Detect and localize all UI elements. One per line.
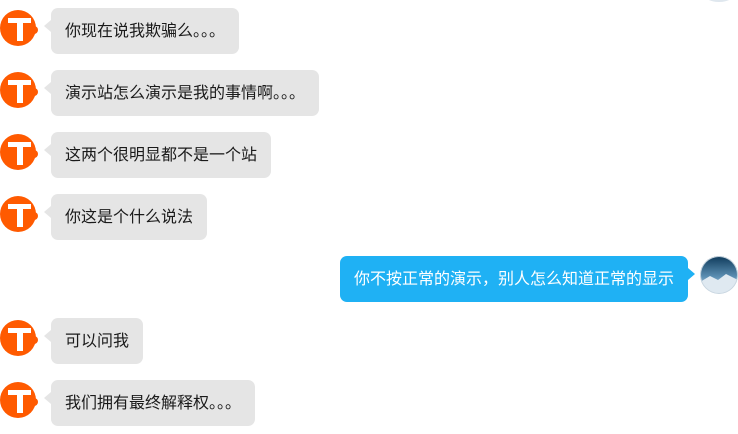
- message-row: 演示站怎么演示是我的事情啊。。。: [0, 70, 738, 118]
- message-row: 这两个很明显都不是一个站: [0, 132, 738, 180]
- message-row: 我们拥有最终解释权。。。: [0, 380, 738, 428]
- brand-logo-icon: [0, 10, 38, 46]
- incoming-message-bubble[interactable]: 你现在说我欺骗么。。。: [43, 8, 240, 54]
- message-row: 可以问我: [0, 318, 738, 366]
- message-row: 你现在说我欺骗么。。。: [0, 8, 738, 56]
- incoming-message-bubble[interactable]: 演示站怎么演示是我的事情啊。。。: [43, 70, 320, 116]
- outgoing-message-bubble[interactable]: 你不按正常的演示，别人怎么知道正常的显示: [339, 256, 696, 302]
- brand-logo-icon: [0, 72, 38, 108]
- brand-logo-icon: [0, 320, 38, 356]
- partial-avatar: [702, 0, 736, 2]
- brand-logo-icon: [0, 134, 38, 170]
- incoming-message-bubble[interactable]: 可以问我: [43, 318, 144, 364]
- brand-logo-icon: [0, 196, 38, 232]
- user-avatar[interactable]: [700, 256, 738, 294]
- incoming-message-bubble[interactable]: 我们拥有最终解释权。。。: [43, 380, 256, 426]
- incoming-message-bubble[interactable]: 这两个很明显都不是一个站: [43, 132, 272, 178]
- brand-logo-icon: [0, 382, 38, 418]
- message-row: 你不按正常的演示，别人怎么知道正常的显示: [0, 256, 738, 304]
- message-row: 你这是个什么说法: [0, 194, 738, 242]
- incoming-message-bubble[interactable]: 你这是个什么说法: [43, 194, 208, 240]
